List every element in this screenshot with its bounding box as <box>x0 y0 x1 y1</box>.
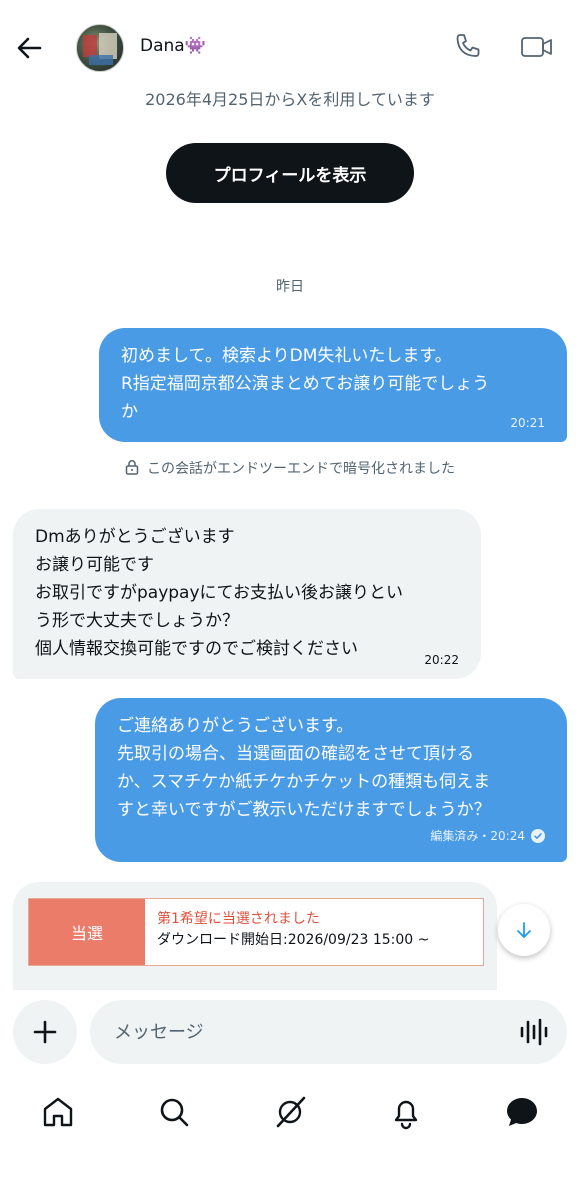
view-profile-button[interactable]: プロフィールを表示 <box>166 143 414 203</box>
video-icon[interactable] <box>520 32 554 62</box>
date-separator: 昨日 <box>276 279 304 295</box>
edited-status: 編集済み・20:24 <box>430 822 545 850</box>
message-line: か <box>121 402 138 422</box>
message-line: お取引ですがpaypayにてお支払い後お譲りとい <box>35 583 404 603</box>
back-arrow-icon[interactable] <box>14 32 46 64</box>
message-bubble-outgoing[interactable]: ご連絡ありがとうございます。 先取引の場合、当選画面の確認をさせて頂ける か、ス… <box>95 698 567 862</box>
grok-icon[interactable] <box>272 1094 308 1130</box>
message-time: 20:22 <box>424 653 459 667</box>
encryption-notice: この会話がエンドツーエンドで暗号化されました <box>0 458 580 478</box>
ticket-result-title: 第1希望に当選されました <box>157 911 320 927</box>
chat-header: Dana👾 <box>0 0 580 92</box>
read-check-icon <box>531 829 545 843</box>
avatar[interactable] <box>76 24 124 72</box>
joined-date-text: 2026年4月25日からXを利用しています <box>145 90 435 109</box>
encryption-notice-text: この会話がエンドツーエンドで暗号化されました <box>147 461 455 477</box>
home-icon[interactable] <box>40 1094 76 1130</box>
edited-label: 編集済み・20:24 <box>430 829 525 843</box>
message-line: う形で大丈夫でしょうか？ <box>35 611 239 631</box>
message-line: 先取引の場合、当選画面の確認をさせて頂ける <box>117 744 474 764</box>
messages-icon[interactable] <box>504 1094 540 1130</box>
bottom-tab-bar <box>0 1082 580 1152</box>
message-line: ご連絡ありがとうございます。 <box>117 716 354 736</box>
ticket-result-card: 当選 第1希望に当選されました ダウンロード開始日:2026/09/23 15:… <box>28 898 484 966</box>
notifications-icon[interactable] <box>388 1094 424 1130</box>
message-line: R指定福岡京都公演まとめてお譲り可能でしょう <box>121 374 490 394</box>
ticket-download-date: ダウンロード開始日:2026/09/23 15:00 ~ <box>157 932 430 948</box>
message-composer <box>0 990 580 1080</box>
message-line: お譲り可能です <box>35 555 154 575</box>
lock-icon <box>125 460 139 475</box>
scroll-to-bottom-button[interactable] <box>498 904 550 956</box>
win-badge: 当選 <box>29 899 145 965</box>
message-line: 個人情報交換可能ですのでご検討ください <box>35 639 358 659</box>
message-time: 20:21 <box>510 416 545 430</box>
message-input[interactable] <box>90 1000 567 1064</box>
phone-icon[interactable] <box>452 32 482 62</box>
home-indicator <box>0 1175 580 1200</box>
message-line: 初めまして。検索よりDM失礼いたします。 <box>121 346 452 366</box>
message-line: か、スマチケか紙チケかチケットの種類も伺えま <box>117 772 491 792</box>
contact-name[interactable]: Dana👾 <box>140 36 206 56</box>
message-line: Dmありがとうございます <box>35 527 235 547</box>
add-media-button[interactable] <box>13 1000 77 1064</box>
message-bubble-outgoing[interactable]: 初めまして。検索よりDM失礼いたします。 R指定福岡京都公演まとめてお譲り可能で… <box>99 328 567 442</box>
message-line: すと幸いですがご教示いただけますでしょうか？ <box>117 800 491 820</box>
search-icon[interactable] <box>156 1094 192 1130</box>
voice-waveform-icon[interactable] <box>518 1018 550 1046</box>
message-bubble-incoming[interactable]: Dmありがとうございます お譲り可能です お取引ですがpaypayにてお支払い後… <box>13 509 481 679</box>
plus-icon <box>33 1020 57 1044</box>
arrow-down-icon <box>517 922 531 938</box>
